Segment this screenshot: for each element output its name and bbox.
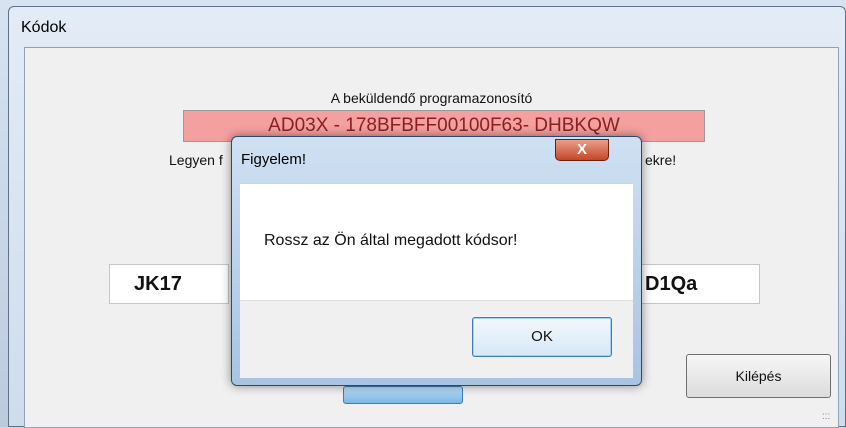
dialog-message-area: Rossz az Ön által megadott kódsor!: [240, 183, 633, 300]
exit-button[interactable]: Kilépés: [686, 354, 831, 398]
close-icon: X: [576, 141, 587, 158]
code-input-left[interactable]: JK17: [109, 264, 229, 304]
window-title: Kódok: [21, 19, 67, 36]
submit-button[interactable]: [343, 386, 463, 404]
ok-button[interactable]: OK: [472, 317, 612, 357]
program-id-caption: A beküldendő programazonosító: [330, 90, 533, 106]
hint-text-right: ekre!: [645, 152, 677, 168]
dialog-title: Figyelem!: [241, 151, 307, 168]
warning-dialog: Figyelem! X Rossz az Ön által megadott k…: [231, 136, 642, 386]
hint-text-left: Legyen f: [169, 152, 223, 168]
resize-grip-icon[interactable]: :::: [822, 411, 834, 423]
dialog-button-bar: OK: [240, 300, 633, 378]
close-button[interactable]: X: [555, 139, 609, 161]
code-input-right[interactable]: D1Qa: [630, 264, 760, 304]
dialog-message: Rossz az Ön által megadott kódsor!: [264, 232, 518, 249]
